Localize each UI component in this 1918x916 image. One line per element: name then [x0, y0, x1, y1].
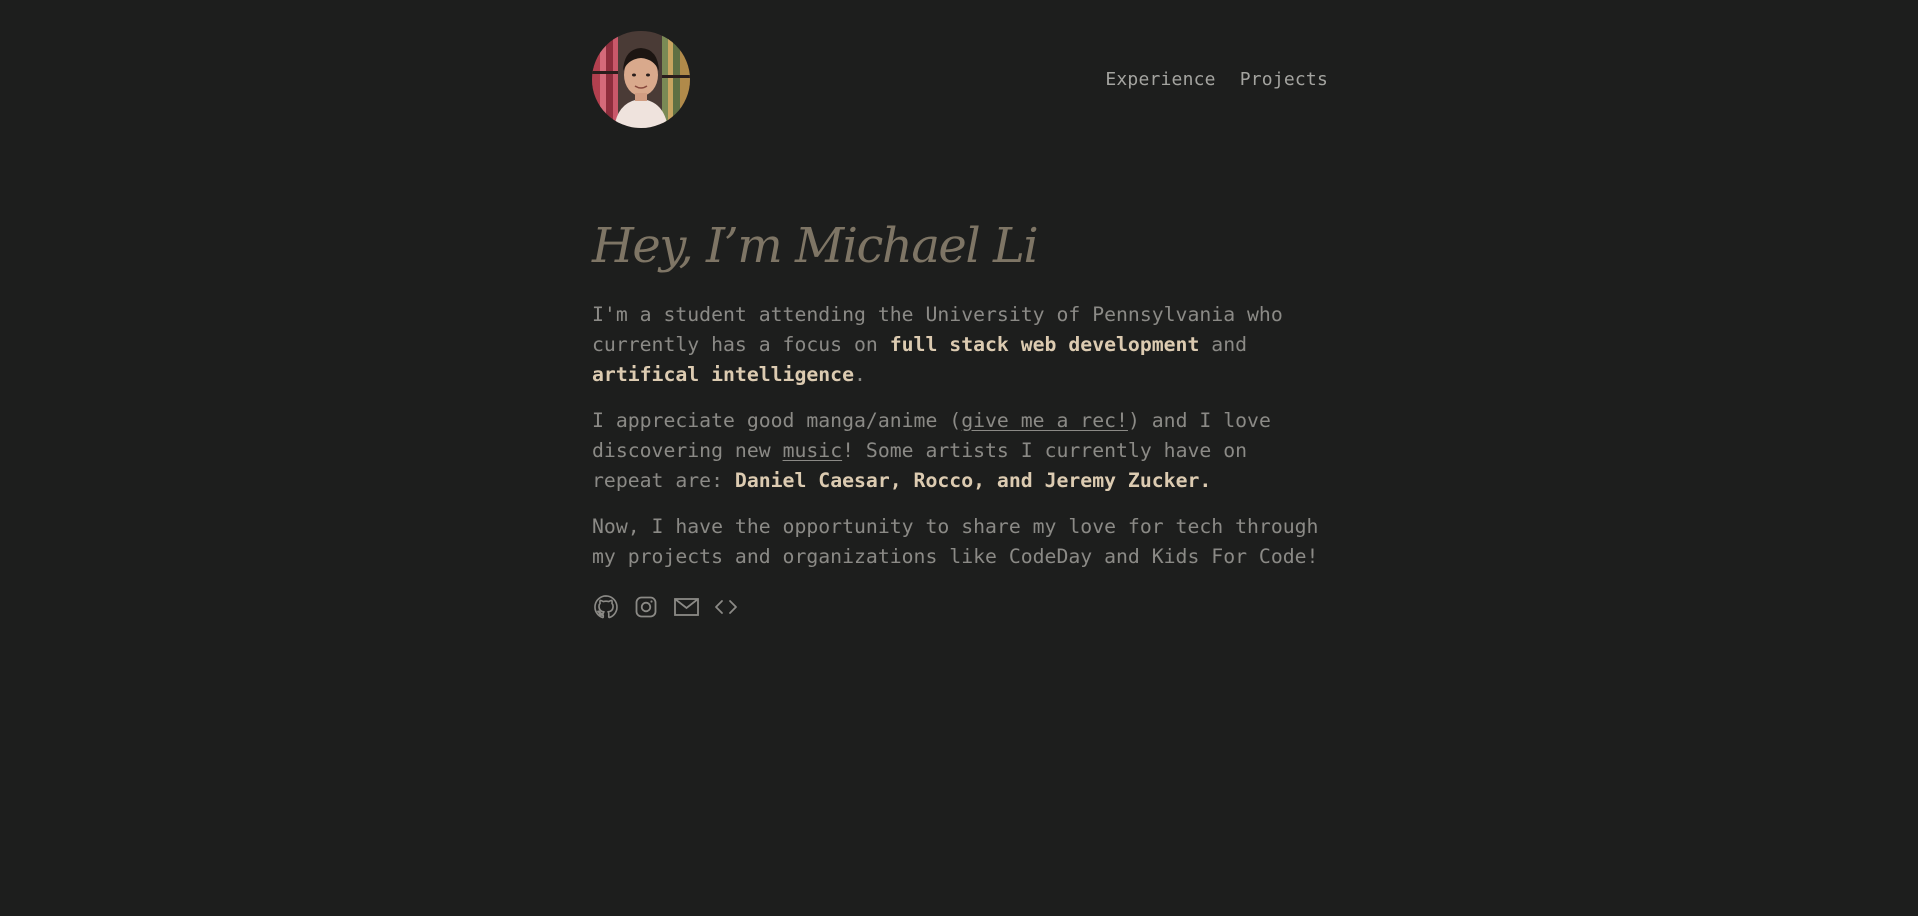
- code-link[interactable]: [712, 593, 740, 621]
- instagram-icon: [634, 595, 658, 619]
- intro-paragraph: I'm a student attending the University o…: [592, 300, 1328, 390]
- interests-text: I appreciate good manga/anime (: [592, 409, 962, 432]
- nav-projects-link[interactable]: Projects: [1240, 69, 1328, 90]
- email-link[interactable]: [672, 593, 700, 621]
- page-container: Experience Projects Hey, I’m Michael Li I…: [592, 0, 1328, 916]
- interests-paragraph: I appreciate good manga/anime (give me a…: [592, 406, 1328, 496]
- nav-experience-link[interactable]: Experience: [1105, 69, 1215, 90]
- focus-highlight-web: full stack web development: [889, 333, 1200, 356]
- music-link[interactable]: music: [783, 439, 843, 462]
- top-nav: Experience Projects: [1081, 69, 1328, 90]
- instagram-link[interactable]: [632, 593, 660, 621]
- mail-icon: [673, 595, 700, 619]
- manga-rec-link[interactable]: give me a rec!: [961, 409, 1128, 432]
- tech-paragraph: Now, I have the opportunity to share my …: [592, 515, 1319, 568]
- header: Experience Projects: [592, 31, 1328, 128]
- intro-text-and: and: [1199, 333, 1248, 356]
- code-icon: [713, 595, 739, 619]
- page-title: Hey, I’m Michael Li: [592, 218, 1039, 274]
- artists-highlight: Daniel Caesar, Rocco, and Jeremy Zucker.: [734, 469, 1212, 492]
- social-links: [592, 593, 752, 621]
- intro-text-end: .: [854, 363, 866, 386]
- github-icon: [593, 594, 619, 620]
- github-link[interactable]: [592, 593, 620, 621]
- avatar[interactable]: [592, 31, 690, 128]
- focus-highlight-ai: artifical intelligence: [592, 363, 855, 386]
